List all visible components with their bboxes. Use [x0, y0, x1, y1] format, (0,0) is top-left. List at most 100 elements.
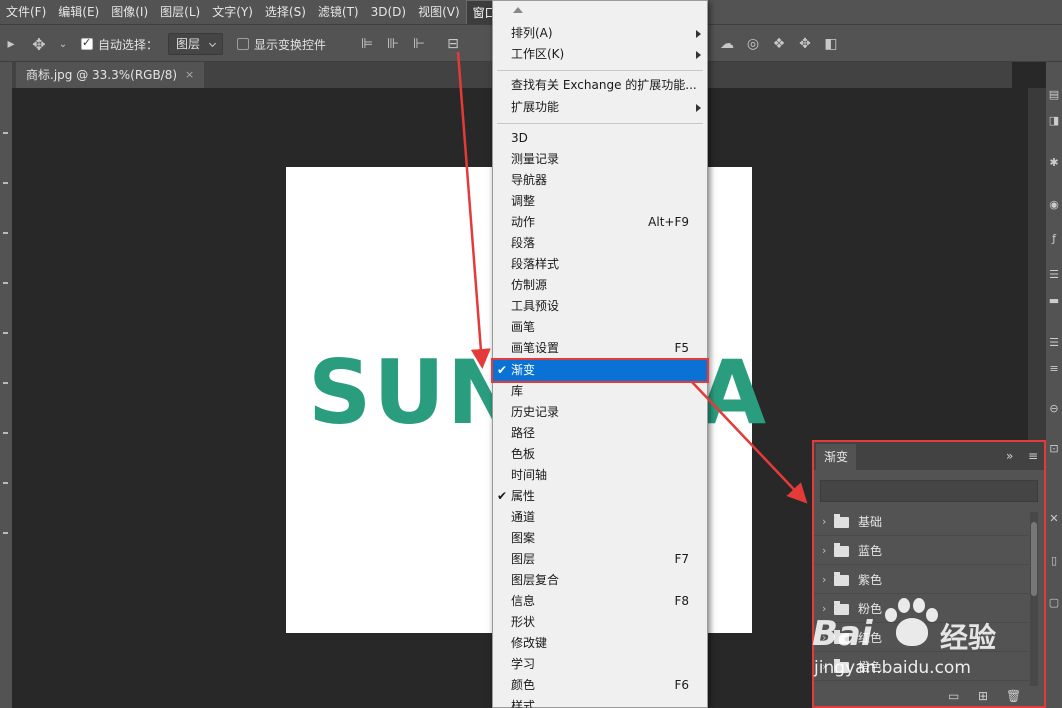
panel-menu-icon[interactable]: ≡ [1028, 449, 1038, 463]
collapse-icon[interactable]: » [1006, 449, 1013, 463]
menu-item-properties[interactable]: ✔ 属性 [493, 486, 707, 507]
align-left-icon[interactable]: ⊫ [358, 35, 376, 53]
panel-icon[interactable]: ▯ [1047, 554, 1061, 568]
distribute-icon[interactable]: ⊟ [444, 35, 462, 53]
menu-item-color[interactable]: 颜色 F6 [493, 675, 707, 696]
menu-item-label: 学习 [511, 657, 536, 671]
show-transform-checkbox[interactable] [237, 38, 249, 50]
menu-item-brushes[interactable]: 画笔 [493, 317, 707, 338]
panel-icon[interactable]: ≡ [1047, 362, 1061, 376]
menu-item-channels[interactable]: 通道 [493, 507, 707, 528]
3d-roll-icon[interactable]: ◎ [744, 35, 762, 53]
panel-icon[interactable]: ☰ [1047, 336, 1061, 350]
menu-item-patterns[interactable]: 图案 [493, 528, 707, 549]
panel-icon[interactable]: ⊡ [1047, 442, 1061, 456]
menu-item-paragraph[interactable]: 段落 [493, 233, 707, 254]
tool-marker[interactable] [3, 532, 8, 534]
menu-filter[interactable]: 滤镜(T) [312, 0, 365, 24]
chevron-right-icon[interactable]: › [822, 537, 826, 565]
menu-item-navigator[interactable]: 导航器 [493, 170, 707, 191]
scrollbar[interactable] [1030, 512, 1038, 688]
menu-item-styles[interactable]: 样式 [493, 696, 707, 708]
gradient-group-blue[interactable]: › 蓝色 [814, 537, 1029, 565]
tool-marker[interactable] [3, 182, 8, 184]
align-center-icon[interactable]: ⊪ [384, 35, 402, 53]
menu-item-paragraph-styles[interactable]: 段落样式 [493, 254, 707, 275]
gradient-preview[interactable] [820, 480, 1038, 502]
watermark-url: jingyan.baidu.com [814, 658, 971, 678]
panel-icon[interactable]: ƒ [1047, 232, 1061, 246]
menu-item-paths[interactable]: 路径 [493, 423, 707, 444]
tool-marker[interactable] [3, 232, 8, 234]
menu-item-layer-comps[interactable]: 图层复合 [493, 570, 707, 591]
chevron-right-icon[interactable]: › [822, 508, 826, 536]
3d-scale-icon[interactable]: ◧ [822, 35, 840, 53]
menu-item-extensions[interactable]: 扩展功能 [493, 97, 707, 118]
chevron-down-icon[interactable]: ⌄ [54, 35, 72, 53]
scrollbar-thumb[interactable] [1031, 522, 1037, 596]
menu-item-label: 通道 [511, 510, 536, 524]
tab-gradients[interactable]: 渐变 [816, 444, 857, 470]
menu-item-layers[interactable]: 图层 F7 [493, 549, 707, 570]
menu-item-actions[interactable]: 动作 Alt+F9 [493, 212, 707, 233]
3d-slide-icon[interactable]: ✥ [796, 35, 814, 53]
menu-item-gradients[interactable]: ✔ 渐变 [491, 358, 709, 383]
menu-3d[interactable]: 3D(D) [365, 0, 412, 24]
panel-icon[interactable]: ▢ [1047, 596, 1061, 610]
menu-item-shapes[interactable]: 形状 [493, 612, 707, 633]
menu-layer[interactable]: 图层(L) [154, 0, 206, 24]
menu-item-measurement-log[interactable]: 测量记录 [493, 149, 707, 170]
menu-type[interactable]: 文字(Y) [206, 0, 259, 24]
menu-item-label: 仿制源 [511, 278, 548, 292]
menu-select[interactable]: 选择(S) [259, 0, 312, 24]
tool-marker[interactable] [3, 482, 8, 484]
panel-icon[interactable]: ☰ [1047, 268, 1061, 282]
gradient-group-basic[interactable]: › 基础 [814, 508, 1029, 536]
menu-item-arrange[interactable]: 排列(A) [493, 23, 707, 44]
tool-marker[interactable] [3, 132, 8, 134]
close-icon[interactable]: × [185, 62, 194, 88]
panel-icon[interactable]: ◉ [1047, 198, 1061, 212]
align-right-icon[interactable]: ⊩ [410, 35, 428, 53]
document-tab[interactable]: 商标.jpg @ 33.3%(RGB/8) × [16, 62, 205, 88]
panel-icon[interactable]: ◨ [1047, 114, 1061, 128]
panel-icon[interactable]: ▤ [1047, 88, 1061, 102]
3d-orbit-icon[interactable]: ☁ [718, 35, 736, 53]
menu-item-label: 调整 [511, 194, 536, 208]
gradient-group-purple[interactable]: › 紫色 [814, 566, 1029, 594]
auto-select-dropdown[interactable]: 图层 [168, 33, 224, 55]
menu-edit[interactable]: 编辑(E) [52, 0, 105, 24]
menu-item-timeline[interactable]: 时间轴 [493, 465, 707, 486]
menu-item-tool-presets[interactable]: 工具预设 [493, 296, 707, 317]
move-tool-icon[interactable]: ✥ [30, 35, 48, 54]
panel-icon[interactable]: ⊖ [1047, 402, 1061, 416]
chevron-right-icon[interactable]: › [822, 566, 826, 594]
menu-item-workspace[interactable]: 工作区(K) [493, 44, 707, 65]
scroll-up-icon[interactable] [513, 7, 523, 13]
menu-image[interactable]: 图像(I) [105, 0, 154, 24]
menu-item-modifier-keys[interactable]: 修改键 [493, 633, 707, 654]
menu-item-adjustments[interactable]: 调整 [493, 191, 707, 212]
menu-item-swatches[interactable]: 色板 [493, 444, 707, 465]
menu-item-libraries[interactable]: 库 [493, 381, 707, 402]
menu-item-exchange[interactable]: 查找有关 Exchange 的扩展功能... [493, 75, 707, 96]
menu-item-info[interactable]: 信息 F8 [493, 591, 707, 612]
panel-icon[interactable]: ✱ [1047, 156, 1061, 170]
menu-item-3d[interactable]: 3D [493, 128, 707, 149]
panel-icon[interactable]: ✕ [1047, 512, 1061, 526]
menu-file[interactable]: 文件(F) [0, 0, 52, 24]
tool-marker[interactable] [3, 282, 8, 284]
menu-item-learn[interactable]: 学习 [493, 654, 707, 675]
home-icon[interactable]: ▸ [2, 35, 20, 53]
menu-item-label: 渐变 [511, 363, 536, 377]
panel-icon[interactable]: ▬ [1047, 294, 1061, 308]
menu-item-history[interactable]: 历史记录 [493, 402, 707, 423]
tool-marker[interactable] [3, 432, 8, 434]
tool-marker[interactable] [3, 382, 8, 384]
3d-pan-icon[interactable]: ❖ [770, 35, 788, 53]
menu-view[interactable]: 视图(V) [412, 0, 466, 24]
tool-marker[interactable] [3, 332, 8, 334]
auto-select-checkbox[interactable] [81, 36, 93, 50]
menu-item-brush-settings[interactable]: 画笔设置 F5 [493, 338, 707, 359]
menu-item-clone-source[interactable]: 仿制源 [493, 275, 707, 296]
